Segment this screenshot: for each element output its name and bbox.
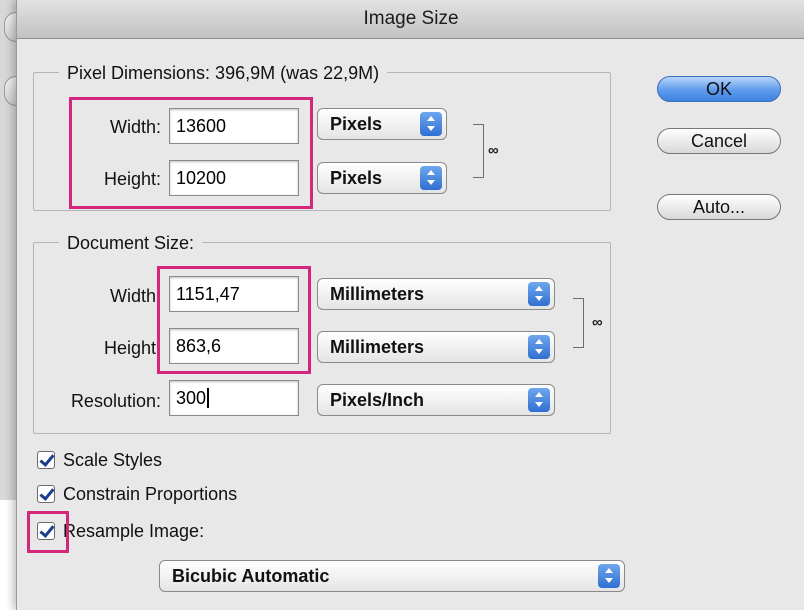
pixel-width-unit-value: Pixels [330,114,383,134]
up-down-arrows-icon [528,388,550,412]
doc-width-label: Width: [109,286,161,306]
resample-method-value: Bicubic Automatic [172,566,330,586]
doc-width-unit-select[interactable]: Millimeters [317,278,555,310]
doc-height-label: Height: [103,338,161,358]
doc-constrain-bracket [573,298,584,348]
resample-method-select[interactable]: Bicubic Automatic [159,560,625,592]
up-down-arrows-icon [420,112,442,136]
pixel-dimensions-legend: Pixel Dimensions: 396,9M (was 22,9M) [59,62,388,84]
resolution-input[interactable]: 300 [169,380,299,416]
resolution-value: 300 [176,388,210,408]
up-down-arrows-icon [528,282,550,306]
up-down-arrows-icon [528,335,550,359]
constrain-proportions-checkbox[interactable] [37,485,55,503]
resample-image-label: Resample Image: [63,521,205,541]
resolution-label: Resolution: [70,391,161,411]
pixel-fields-highlight [69,97,313,209]
scale-styles-checkbox[interactable] [37,451,55,469]
up-down-arrows-icon [420,166,442,190]
title-bar: Image Size [17,0,804,39]
image-size-dialog: Image Size Pixel Dimensions: 396,9M (was… [16,0,804,610]
doc-height-unit-value: Millimeters [330,337,425,357]
scale-styles-label: Scale Styles [63,450,163,470]
chain-link-icon: ∞ [488,142,499,159]
resolution-unit-value: Pixels/Inch [330,390,425,410]
ok-button[interactable]: OK [657,76,781,102]
chain-link-icon: ∞ [592,314,603,331]
pixel-height-unit-select[interactable]: Pixels [317,162,447,194]
auto-button[interactable]: Auto... [657,194,781,220]
up-down-arrows-icon [598,564,620,588]
document-size-legend: Document Size: [59,232,203,254]
dialog-title: Image Size [363,8,459,29]
constrain-proportions-label: Constrain Proportions [63,484,238,504]
doc-height-unit-select[interactable]: Millimeters [317,331,555,363]
resolution-unit-select[interactable]: Pixels/Inch [317,384,555,416]
pixel-height-unit-value: Pixels [330,168,383,188]
resample-checkbox-highlight [27,511,69,553]
cancel-button[interactable]: Cancel [657,128,781,154]
doc-width-unit-value: Millimeters [330,284,425,304]
pixel-constrain-bracket [473,124,484,178]
doc-fields-highlight [157,266,311,374]
pixel-width-unit-select[interactable]: Pixels [317,108,447,140]
